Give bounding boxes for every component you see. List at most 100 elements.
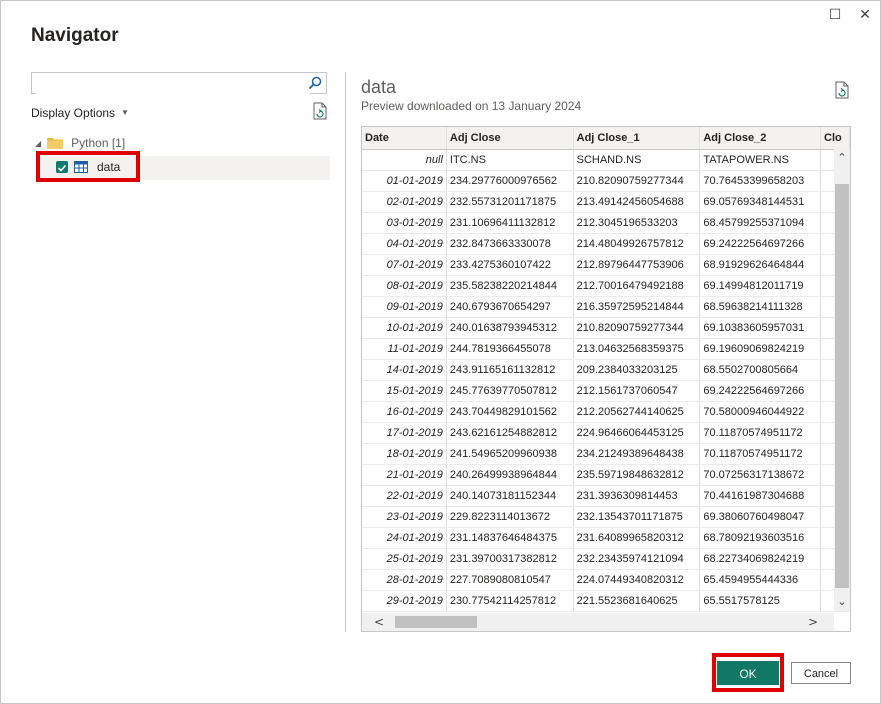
table-cell[interactable]: 210.82090759277344 [573, 317, 701, 339]
table-cell[interactable]: 70.11870574951172 [699, 443, 822, 465]
table-row[interactable]: 11-01-2019 244.7819366455078 213.046325683… [362, 338, 850, 360]
table-cell[interactable]: 232.8473663330078 [446, 233, 574, 255]
refresh-preview-icon[interactable] [834, 81, 850, 99]
table-cell[interactable]: 65.5517578125 [699, 590, 822, 612]
table-cell[interactable]: 69.38060760498047 [699, 506, 822, 528]
table-cell[interactable]: 235.58238220214844 [446, 275, 574, 297]
scroll-up-icon[interactable]: ⌃ [834, 149, 850, 167]
table-cell[interactable]: 03-01-2019 [362, 212, 447, 234]
table-cell[interactable]: ITC.NS [446, 149, 574, 171]
table-cell[interactable]: 243.91165161132812 [446, 359, 574, 381]
search-icon[interactable] [308, 76, 322, 90]
scroll-right-icon[interactable]: > [808, 613, 818, 631]
table-row[interactable]: 22-01-2019 240.14073181152344 231.39363098… [362, 485, 850, 507]
tree-folder-python[interactable]: ◢ Python [1] [35, 134, 125, 152]
table-cell[interactable]: 01-01-2019 [362, 170, 447, 192]
horizontal-scroll-thumb[interactable] [395, 616, 477, 628]
column-header[interactable]: Adj Close_1 [573, 127, 701, 150]
table-cell[interactable]: 70.58000946044922 [699, 401, 822, 423]
table-cell[interactable]: 02-01-2019 [362, 191, 447, 213]
table-cell[interactable]: 68.78092193603516 [699, 527, 822, 549]
table-cell[interactable]: SCHAND.NS [573, 149, 701, 171]
table-cell[interactable]: 229.8223114013672 [446, 506, 574, 528]
table-cell[interactable]: 69.24222564697266 [699, 380, 822, 402]
table-cell[interactable]: 213.04632568359375 [573, 338, 701, 360]
expand-arrow-icon[interactable]: ◢ [35, 139, 41, 148]
table-row[interactable]: 09-01-2019 240.6793670654297 216.359725952… [362, 296, 850, 318]
table-cell[interactable]: 230.77542114257812 [446, 590, 574, 612]
table-cell[interactable]: 221.5523681640625 [573, 590, 701, 612]
table-cell[interactable]: 209.2384033203125 [573, 359, 701, 381]
search-input[interactable] [36, 74, 310, 94]
table-row[interactable]: 28-01-2019 227.7089080810547 224.074493408… [362, 569, 850, 591]
table-row[interactable]: 08-01-2019 235.58238220214844 212.70016479… [362, 275, 850, 297]
table-row[interactable]: 17-01-2019 243.62161254882812 224.96466064… [362, 422, 850, 444]
column-header[interactable]: Date [362, 127, 447, 150]
table-cell[interactable]: 21-01-2019 [362, 464, 447, 486]
table-row[interactable]: 04-01-2019 232.8473663330078 214.480499267… [362, 233, 850, 255]
table-cell[interactable]: 244.7819366455078 [446, 338, 574, 360]
table-cell[interactable]: 234.21249389648438 [573, 443, 701, 465]
table-cell[interactable]: 15-01-2019 [362, 380, 447, 402]
table-cell[interactable]: 22-01-2019 [362, 485, 447, 507]
table-cell[interactable]: 69.24222564697266 [699, 233, 822, 255]
maximize-icon[interactable]: ☐ [827, 7, 843, 23]
table-cell[interactable]: 231.14837646484375 [446, 527, 574, 549]
table-cell[interactable]: 216.35972595214844 [573, 296, 701, 318]
table-row[interactable]: 14-01-2019 243.91165161132812 209.23840332… [362, 359, 850, 381]
table-cell[interactable]: 17-01-2019 [362, 422, 447, 444]
table-cell[interactable]: 14-01-2019 [362, 359, 447, 381]
table-row[interactable]: 21-01-2019 240.26499938964844 235.59719848… [362, 464, 850, 486]
table-cell[interactable]: 224.07449340820312 [573, 569, 701, 591]
table-cell[interactable]: 69.10383605957031 [699, 317, 822, 339]
table-cell[interactable]: 68.91929626464844 [699, 254, 822, 276]
table-cell[interactable]: 28-01-2019 [362, 569, 447, 591]
table-cell[interactable]: 240.01638793945312 [446, 317, 574, 339]
table-row[interactable]: 07-01-2019 233.4275360107422 212.897964477… [362, 254, 850, 276]
table-cell[interactable]: 08-01-2019 [362, 275, 447, 297]
table-row[interactable]: 18-01-2019 241.54965209960938 234.21249389… [362, 443, 850, 465]
table-cell[interactable]: 232.23435974121094 [573, 548, 701, 570]
table-cell[interactable]: 231.3936309814453 [573, 485, 701, 507]
table-cell[interactable]: TATAPOWER.NS [699, 149, 822, 171]
panel-divider[interactable] [345, 72, 346, 632]
cancel-button[interactable]: Cancel [791, 662, 851, 684]
table-cell[interactable]: 24-01-2019 [362, 527, 447, 549]
vertical-scroll-thumb[interactable] [835, 184, 849, 588]
table-cell[interactable]: 212.70016479492188 [573, 275, 701, 297]
table-cell[interactable]: 243.62161254882812 [446, 422, 574, 444]
table-cell[interactable]: 11-01-2019 [362, 338, 447, 360]
table-row[interactable]: 23-01-2019 229.8223114013672 232.135437011… [362, 506, 850, 528]
scroll-down-icon[interactable]: ⌄ [834, 593, 850, 611]
table-cell[interactable]: 212.1561737060547 [573, 380, 701, 402]
table-cell[interactable]: 69.19609069824219 [699, 338, 822, 360]
table-cell[interactable]: 235.59719848632812 [573, 464, 701, 486]
table-cell[interactable]: 70.76453399658203 [699, 170, 822, 192]
scroll-left-icon[interactable]: < [374, 613, 384, 631]
table-cell[interactable]: 18-01-2019 [362, 443, 447, 465]
table-cell[interactable]: 233.4275360107422 [446, 254, 574, 276]
table-cell[interactable]: 245.77639770507812 [446, 380, 574, 402]
table-cell[interactable]: null [362, 149, 447, 171]
table-cell[interactable]: 241.54965209960938 [446, 443, 574, 465]
table-cell[interactable]: 212.20562744140625 [573, 401, 701, 423]
close-icon[interactable]: ✕ [857, 7, 873, 23]
table-cell[interactable]: 68.5502700805664 [699, 359, 822, 381]
table-cell[interactable]: 16-01-2019 [362, 401, 447, 423]
table-cell[interactable]: 23-01-2019 [362, 506, 447, 528]
table-cell[interactable]: 04-01-2019 [362, 233, 447, 255]
column-header[interactable]: Adj Close_2 [699, 127, 822, 150]
table-row[interactable]: 25-01-2019 231.39700317382812 232.23435974… [362, 548, 850, 570]
table-cell[interactable]: 240.26499938964844 [446, 464, 574, 486]
table-cell[interactable]: 29-01-2019 [362, 590, 447, 612]
table-row[interactable]: 02-01-2019 232.55731201171875 213.49142456… [362, 191, 850, 213]
table-cell[interactable]: 68.22734069824219 [699, 548, 822, 570]
table-cell[interactable]: 70.07256317138672 [699, 464, 822, 486]
table-cell[interactable]: 232.55731201171875 [446, 191, 574, 213]
table-row[interactable]: 10-01-2019 240.01638793945312 210.82090759… [362, 317, 850, 339]
table-cell[interactable]: 240.14073181152344 [446, 485, 574, 507]
table-cell[interactable]: 227.7089080810547 [446, 569, 574, 591]
table-cell[interactable]: 07-01-2019 [362, 254, 447, 276]
table-cell[interactable]: 10-01-2019 [362, 317, 447, 339]
column-header[interactable]: Clo [820, 127, 850, 150]
